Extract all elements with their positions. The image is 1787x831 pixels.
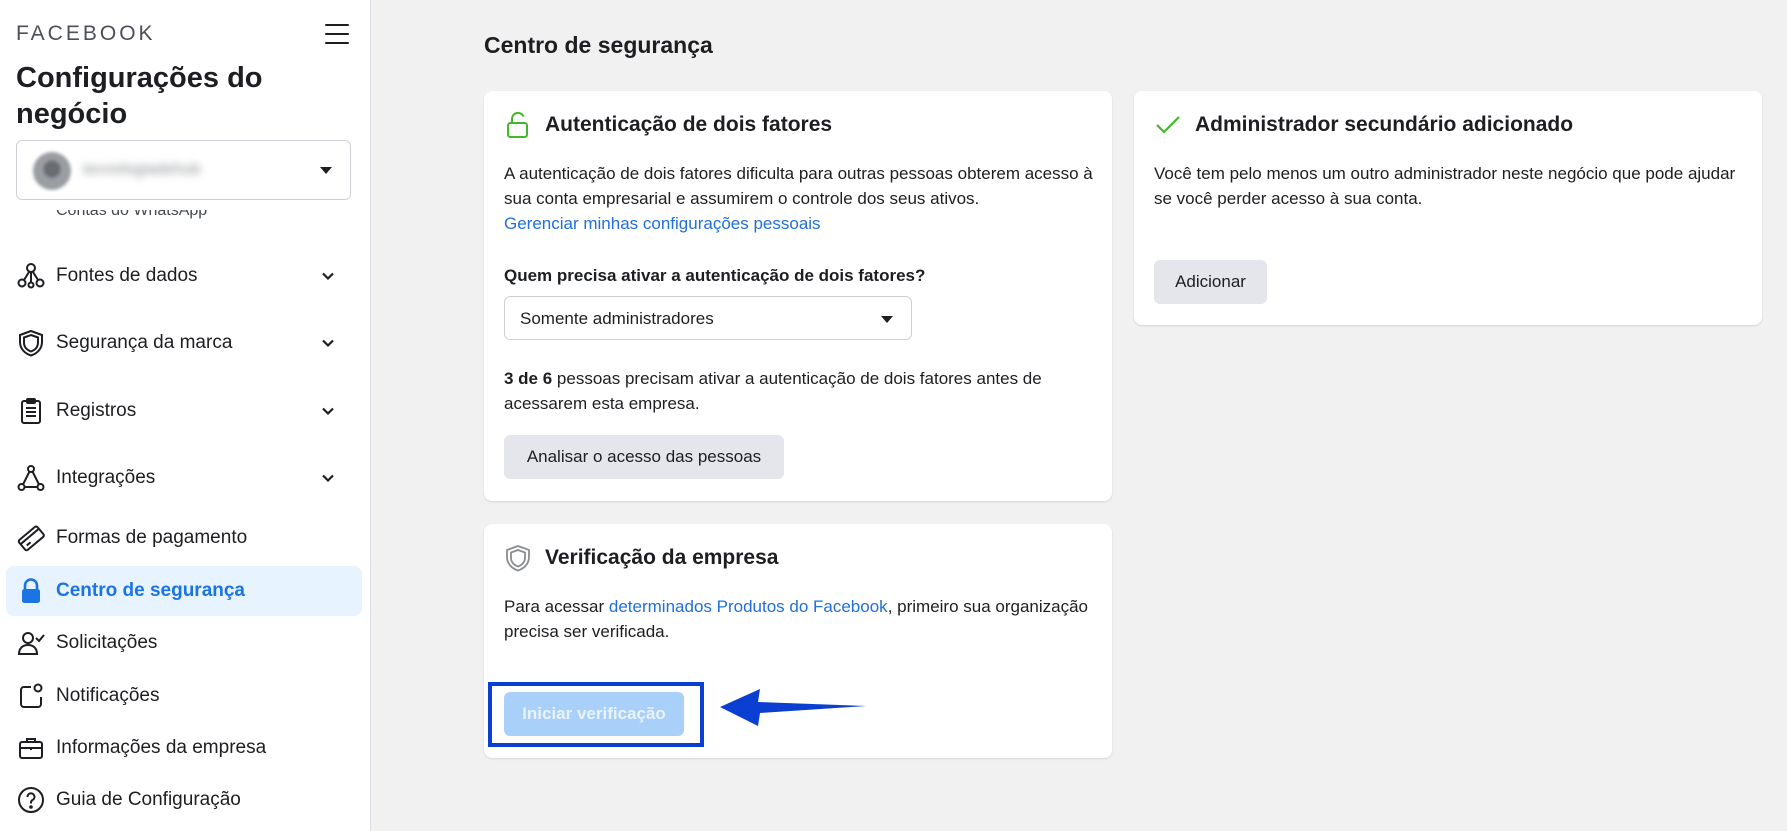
unlock-icon [507,111,528,138]
sidebar-item-setup-guide[interactable]: Guia de Configuração [6,775,362,825]
facebook-logo[interactable]: FACEBOOK [16,22,156,46]
secondary-admin-title: Administrador secundário adicionado [1195,113,1574,136]
sidebar-item-integrations[interactable]: Integrações [6,453,362,503]
question-icon [16,785,46,815]
sidebar-item-security-center[interactable]: Centro de segurança [6,566,362,616]
checkmark-icon [1156,116,1180,134]
main-heading: Centro de segurança [484,32,713,58]
integrations-icon [16,463,46,493]
sidebar-item-label: Fontes de dados [56,265,198,286]
verification-title: Verificação da empresa [545,546,779,569]
start-verification-button[interactable]: Iniciar verificação [504,692,684,736]
description-text: A autenticação de dois fatores dificulta… [504,164,1093,208]
sidebar: FACEBOOK Configurações do negócio tecnol… [0,0,371,831]
sidebar-item-data-sources[interactable]: Fontes de dados [6,251,362,301]
briefcase-icon [16,733,46,763]
account-selector[interactable]: tecnologiadehub [16,140,351,200]
sidebar-item-label: Contas do WhatsApp [56,210,208,219]
two-factor-description: A autenticação de dois fatores dificulta… [504,161,1094,236]
sidebar-item-label: Solicitações [56,632,158,653]
sidebar-item-label: Informações da empresa [56,737,267,758]
annotation-arrow-icon [720,689,866,726]
verification-description: Para acessar determinados Produtos do Fa… [504,594,1094,644]
sidebar-item-requests[interactable]: Solicitações [6,618,362,668]
sidebar-item-label: Centro de segurança [56,580,245,601]
two-factor-count: 3 de 6 [504,369,553,388]
two-factor-count-text: pessoas precisam ativar a autenticação d… [504,369,1042,413]
sidebar-item-payment-methods[interactable]: Formas de pagamento [6,513,362,563]
chevron-down-icon [322,272,334,281]
add-admin-button[interactable]: Adicionar [1154,260,1267,304]
secondary-admin-description: Você tem pelo menos um outro administrad… [1154,164,1736,208]
two-factor-card: Autenticação de dois fatores A autentica… [484,91,1112,501]
data-sources-icon [16,261,46,291]
lock-icon [16,576,46,606]
sidebar-item-business-info[interactable]: Informações da empresa [6,723,362,773]
sidebar-item-label: Guia de Configuração [56,789,241,810]
two-factor-requirement-dropdown[interactable]: Somente administradores [504,296,912,340]
sidebar-item-label: Segurança da marca [56,332,233,353]
review-people-access-button[interactable]: Analisar o acesso das pessoas [504,435,784,479]
account-name: tecnologiadehub [83,161,201,178]
chevron-down-icon [322,339,334,348]
caret-down-icon [320,167,332,174]
credit-card-icon [16,523,46,553]
dropdown-value: Somente administradores [520,309,714,328]
secondary-admin-card: Administrador secundário adicionado Você… [1134,91,1762,325]
shield-icon [506,545,530,572]
manage-personal-settings-link[interactable]: Gerenciar minhas configurações pessoais [504,214,821,233]
hamburger-menu-icon[interactable] [325,24,349,44]
sidebar-item-label: Notificações [56,685,160,706]
person-check-icon [16,628,46,658]
sidebar-item-records[interactable]: Registros [6,386,362,436]
two-factor-question: Quem precisa ativar a autenticação de do… [504,266,926,285]
two-factor-title: Autenticação de dois fatores [545,113,833,136]
sidebar-item-notifications[interactable]: Notificações [6,671,362,721]
page-title: Configurações do negócio [16,62,263,130]
notification-icon [16,681,46,711]
avatar [33,152,71,190]
chevron-down-icon [322,474,334,483]
sidebar-item-brand-safety[interactable]: Segurança da marca [6,318,362,368]
shield-icon [16,328,46,358]
clipboard-icon [16,396,46,426]
sidebar-item-whatsapp-accounts[interactable]: Contas do WhatsApp [56,210,356,232]
sidebar-item-label: Registros [56,400,137,421]
facebook-products-link[interactable]: determinados Produtos do Facebook [609,597,888,616]
caret-down-icon [881,316,893,323]
sidebar-item-label: Formas de pagamento [56,527,248,548]
verification-text-before: Para acessar [504,597,609,616]
chevron-down-icon [322,407,334,416]
sidebar-item-label: Integrações [56,467,156,488]
two-factor-status: 3 de 6 pessoas precisam ativar a autenti… [504,366,1094,416]
